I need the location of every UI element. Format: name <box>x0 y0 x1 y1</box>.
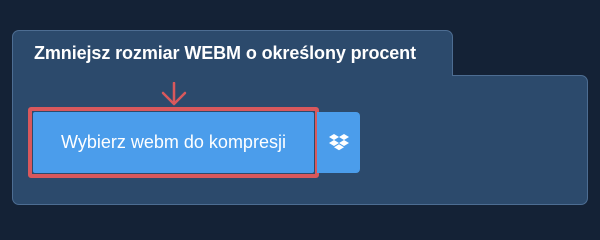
card-title: Zmniejsz rozmiar WEBM o określony procen… <box>34 43 416 63</box>
choose-file-label: Wybierz webm do kompresji <box>61 132 286 152</box>
choose-file-button[interactable]: Wybierz webm do kompresji <box>33 112 314 173</box>
dropbox-icon <box>328 133 349 150</box>
dropbox-button[interactable] <box>317 112 360 173</box>
tab-seam <box>13 74 452 78</box>
arrow-down-icon <box>161 82 187 106</box>
page: Zmniejsz rozmiar WEBM o określony procen… <box>0 0 600 230</box>
